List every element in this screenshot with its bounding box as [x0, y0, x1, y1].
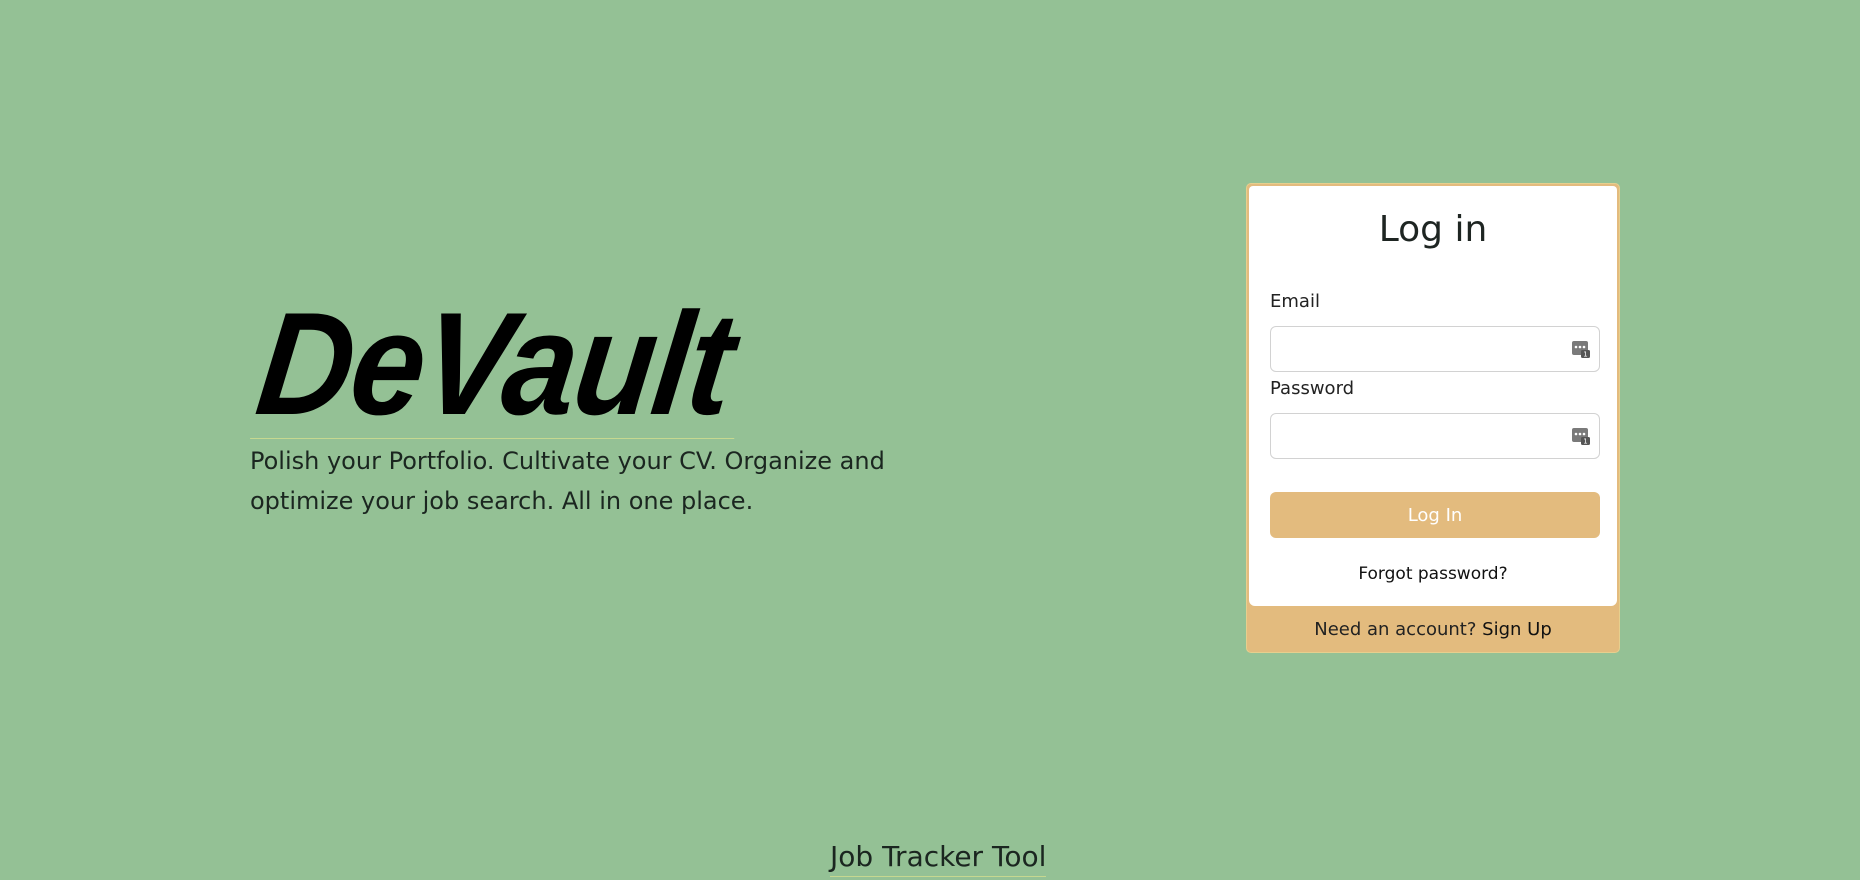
password-manager-icon[interactable]: 1 [1571, 426, 1591, 446]
login-card: Log in Email 1 Password 1 Log In Forgot … [1246, 183, 1620, 653]
landing-page: DeVault Polish your Portfolio. Cultivate… [0, 0, 1860, 880]
signup-prompt: Need an account? [1314, 619, 1477, 640]
signup-footer: Need an account? Sign Up [1247, 608, 1619, 652]
login-title: Log in [1378, 209, 1488, 250]
password-field[interactable] [1271, 414, 1575, 458]
job-tracker-link[interactable]: Job Tracker Tool [830, 838, 1047, 877]
svg-text:1: 1 [1583, 438, 1587, 446]
email-field-wrapper: 1 [1270, 326, 1600, 372]
forgot-password-link[interactable]: Forgot password? [1249, 562, 1617, 586]
email-field[interactable] [1271, 327, 1575, 371]
email-label: Email [1270, 291, 1320, 312]
hero-tagline: Polish your Portfolio. Cultivate your CV… [250, 447, 885, 515]
password-manager-icon[interactable]: 1 [1571, 339, 1591, 359]
password-label: Password [1270, 378, 1355, 399]
hero-section: DeVault Polish your Portfolio. Cultivate… [249, 282, 990, 521]
brand-logo: DeVault [249, 282, 754, 445]
login-button[interactable]: Log In [1270, 492, 1600, 538]
password-field-wrapper: 1 [1270, 413, 1600, 459]
signup-link[interactable]: Sign Up [1482, 619, 1552, 640]
svg-text:1: 1 [1583, 351, 1587, 359]
login-card-body: Log in Email 1 Password 1 Log In Forgot … [1249, 186, 1617, 606]
